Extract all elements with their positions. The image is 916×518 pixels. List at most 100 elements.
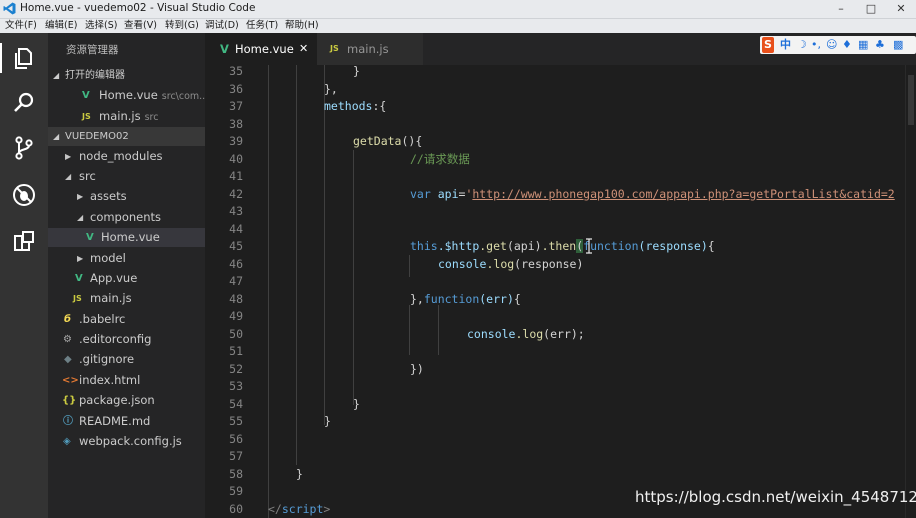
menu-bar: 文件(F) 编辑(E) 选择(S) 查看(V) 转到(G) 调试(D) 任务(T… xyxy=(0,19,916,33)
vue-icon: V xyxy=(75,273,83,284)
tab-label: Home.vue xyxy=(235,42,294,56)
source-control-icon[interactable] xyxy=(10,134,38,162)
indent-guide xyxy=(409,255,410,277)
indent-guide xyxy=(438,305,439,355)
line-number: 46 xyxy=(229,256,243,271)
menu-edit[interactable]: 编辑(E) xyxy=(45,19,77,33)
line-number: 45 xyxy=(229,239,243,253)
code-line-52: }) xyxy=(410,361,424,376)
git-icon: ◆ xyxy=(64,354,72,365)
emoji-icon[interactable]: ☺ xyxy=(826,37,837,53)
tree-item-home-vue[interactable]: V Home.vue xyxy=(48,228,205,247)
keyboard-icon[interactable]: ▦ xyxy=(858,37,868,53)
debug-icon[interactable] xyxy=(10,181,38,209)
tree-item-components[interactable]: ◢ components xyxy=(48,208,205,227)
tree-item-label: .babelrc xyxy=(79,312,126,326)
code-line-58: } xyxy=(296,466,303,481)
code-line-36: }, xyxy=(324,81,338,96)
line-number: 53 xyxy=(229,379,243,393)
line-number: 35 xyxy=(229,64,243,78)
code-line-39: getData(){ xyxy=(353,134,423,148)
tree-item-editorconfig[interactable]: ⚙ .editorconfig xyxy=(48,330,205,349)
tree-item-src[interactable]: ◢ src xyxy=(48,167,205,186)
shirt-icon[interactable]: ♣ xyxy=(875,37,885,53)
line-number: 51 xyxy=(229,344,243,358)
line-number: 60 xyxy=(229,501,243,516)
code-line-48: },function(err){ xyxy=(410,291,521,306)
info-icon: ⓘ xyxy=(63,416,73,427)
punctuation-icon[interactable]: •, xyxy=(811,37,821,53)
vue-icon: V xyxy=(82,90,90,101)
microphone-icon[interactable]: ♦ xyxy=(842,37,852,53)
search-icon[interactable] xyxy=(10,89,38,117)
chevron-down-icon: ◢ xyxy=(65,172,72,181)
explorer-icon[interactable] xyxy=(10,44,38,72)
sogou-logo-icon[interactable]: S xyxy=(762,37,774,53)
tree-item-webpack-config[interactable]: ◈ webpack.config.js xyxy=(48,432,205,451)
menu-view[interactable]: 查看(V) xyxy=(124,19,157,33)
tree-item-model[interactable]: ▶ model xyxy=(48,249,205,268)
open-editor-name: Home.vue xyxy=(99,88,158,102)
code-line-37: methods:{ xyxy=(324,99,387,113)
menu-tasks[interactable]: 任务(T) xyxy=(246,19,278,33)
menu-go[interactable]: 转到(G) xyxy=(165,19,199,33)
vue-icon: V xyxy=(220,42,229,56)
chevron-right-icon: ▶ xyxy=(77,254,84,263)
menu-debug[interactable]: 调试(D) xyxy=(205,19,239,33)
tab-label: main.js xyxy=(347,42,389,56)
watermark-text: https://blog.csdn.net/weixin_45487120 xyxy=(635,488,916,506)
moon-icon[interactable]: ☽ xyxy=(797,37,807,53)
extensions-icon[interactable] xyxy=(10,227,38,255)
line-number: 47 xyxy=(229,274,243,288)
tree-item-readme[interactable]: ⓘ README.md xyxy=(48,412,205,431)
toolbox-icon[interactable]: ▩ xyxy=(893,37,903,53)
code-line-54: } xyxy=(353,396,360,411)
code-line-42: var api='http://www.phonegap100.com/appa… xyxy=(410,186,895,201)
html-icon: <> xyxy=(62,375,79,386)
indent-guide xyxy=(324,65,325,425)
tree-item-label: App.vue xyxy=(90,271,138,285)
close-icon[interactable]: ✕ xyxy=(299,33,308,65)
tree-item-index-html[interactable]: <> index.html xyxy=(48,371,205,390)
babel-icon: б xyxy=(64,314,71,325)
activity-bar xyxy=(0,33,48,518)
scrollbar-thumb[interactable] xyxy=(908,75,914,125)
code-line-46: console.log(response) xyxy=(438,256,584,271)
tree-item-main-js[interactable]: JS main.js xyxy=(48,289,205,308)
window-title: Home.vue - vuedemo02 - Visual Studio Cod… xyxy=(20,2,256,14)
line-number: 43 xyxy=(229,204,243,218)
open-editor-item[interactable]: V Home.vue src\com... xyxy=(48,86,205,105)
open-editor-item[interactable]: JS main.js src xyxy=(48,107,205,126)
api-url-link[interactable]: http://www.phonegap100.com/appapi.php?a=… xyxy=(472,187,894,201)
js-icon: JS xyxy=(73,294,82,303)
ime-chinese-mode-icon[interactable]: 中 xyxy=(780,37,791,53)
tree-item-node-modules[interactable]: ▶ node_modules xyxy=(48,147,205,166)
line-number: 57 xyxy=(229,449,243,463)
close-window-button[interactable]: ✕ xyxy=(886,0,916,18)
open-editor-desc: src xyxy=(144,112,159,123)
tree-item-babelrc[interactable]: б .babelrc xyxy=(48,310,205,329)
minimize-button[interactable]: – xyxy=(826,0,856,18)
tab-home-vue[interactable]: V Home.vue ✕ xyxy=(205,33,317,65)
line-number-gutter: 35 36 37 38 39 40 41 42 43 44 45 46 47 4… xyxy=(205,64,265,518)
editor-scrollbar[interactable] xyxy=(905,65,916,518)
menu-help[interactable]: 帮助(H) xyxy=(285,19,319,33)
menu-file[interactable]: 文件(F) xyxy=(5,19,37,33)
line-number: 52 xyxy=(229,361,243,376)
explorer-panel: 资源管理器 ◢ 打开的编辑器 V Home.vue src\com... JS m… xyxy=(48,33,205,518)
tree-item-app-vue[interactable]: V App.vue xyxy=(48,269,205,288)
tree-item-label: package.json xyxy=(79,393,155,407)
tree-item-assets[interactable]: ▶ assets xyxy=(48,187,205,206)
code-editor[interactable]: } }, methods:{ getData(){ //请求数据 var api… xyxy=(265,65,905,518)
open-editors-section[interactable]: ◢ 打开的编辑器 xyxy=(48,66,205,85)
line-number: 39 xyxy=(229,134,243,148)
project-section[interactable]: ◢ VUEDEMO02 xyxy=(48,127,205,146)
tree-item-label: assets xyxy=(90,189,127,203)
line-number: 37 xyxy=(229,99,243,113)
menu-selection[interactable]: 选择(S) xyxy=(85,19,117,33)
ime-toolbar: S 中 ☽ •, ☺ ♦ ▦ ♣ ▩ xyxy=(760,36,916,54)
maximize-button[interactable]: □ xyxy=(856,0,886,18)
tree-item-package-json[interactable]: {} package.json xyxy=(48,391,205,410)
tree-item-gitignore[interactable]: ◆ .gitignore xyxy=(48,350,205,369)
tab-main-js[interactable]: JS main.js xyxy=(317,33,423,65)
